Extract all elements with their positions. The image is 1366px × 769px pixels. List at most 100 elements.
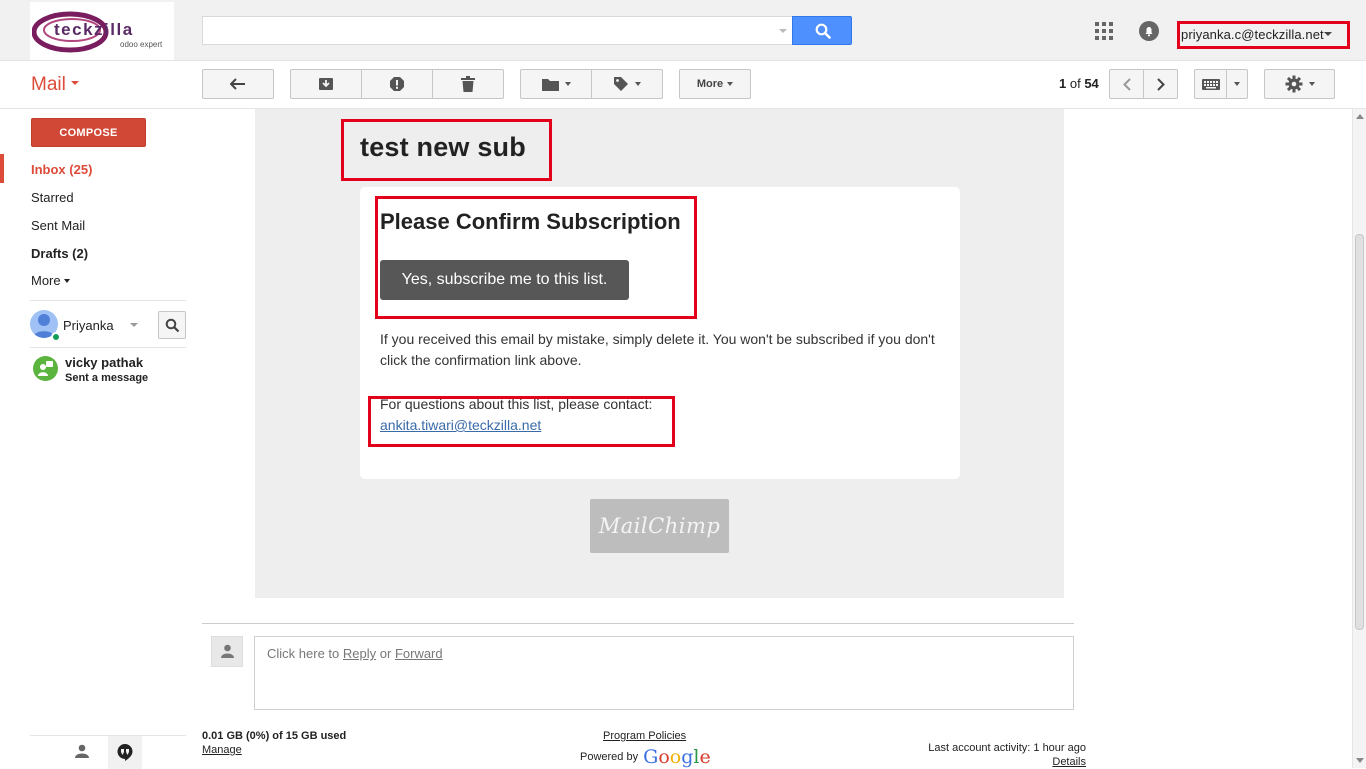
divider xyxy=(202,623,1074,624)
more-actions-label: More xyxy=(696,78,724,90)
pager-of: of xyxy=(1069,76,1081,91)
powered-by: Powered by Google xyxy=(580,746,711,768)
program-policies-link[interactable]: Program Policies xyxy=(603,730,686,742)
chevron-down-icon xyxy=(727,82,734,86)
search-options-caret-icon[interactable] xyxy=(779,29,787,33)
google-logo: Google xyxy=(643,746,711,768)
hangouts-search-button[interactable] xyxy=(158,311,186,339)
sidebar-item-sent[interactable]: Sent Mail xyxy=(31,218,85,233)
contact-avatar[interactable] xyxy=(33,356,58,381)
email-subject: test new sub xyxy=(360,132,526,162)
contact-status: Sent a message xyxy=(65,372,149,384)
reply-avatar xyxy=(211,636,243,667)
contacts-person-icon[interactable] xyxy=(75,744,89,758)
pager-current: 1 xyxy=(1059,76,1067,91)
top-bar: teckzilla odoo expert priyanka.c@teckzil… xyxy=(0,0,1366,61)
label-tag-icon xyxy=(614,77,628,91)
chevron-down-icon xyxy=(1308,82,1315,86)
keyboard-icon xyxy=(1201,78,1220,90)
search-box xyxy=(202,16,793,45)
mistake-notice: If you received this email by mistake, s… xyxy=(380,331,935,368)
scroll-up-arrow-icon[interactable] xyxy=(1356,114,1364,119)
reply-link[interactable]: Reply xyxy=(343,646,376,661)
chevron-down-icon xyxy=(1234,82,1240,86)
reply-box[interactable]: Click here to Reply or Forward xyxy=(254,636,1074,710)
forward-link[interactable]: Forward xyxy=(395,646,443,661)
last-activity: Last account activity: 1 hour ago xyxy=(928,742,1086,754)
online-status-dot xyxy=(51,332,61,342)
scrollbar-thumb[interactable] xyxy=(1355,234,1364,630)
mailchimp-badge[interactable]: MailChimp xyxy=(590,499,729,553)
spam-icon xyxy=(390,77,404,91)
apps-grid-icon[interactable] xyxy=(1095,22,1113,40)
logo-name: teckzilla xyxy=(54,20,134,39)
search-input[interactable] xyxy=(203,17,763,44)
hangouts-icon xyxy=(117,744,133,761)
more-actions-button[interactable]: More xyxy=(679,69,751,99)
gear-icon xyxy=(1285,75,1302,93)
mail-app-switcher[interactable]: Mail xyxy=(31,74,79,96)
search-icon xyxy=(815,23,831,39)
account-switcher[interactable]: priyanka.c@teckzilla.net xyxy=(1177,21,1350,49)
newer-button[interactable] xyxy=(1109,69,1144,99)
hangouts-message-icon xyxy=(38,361,53,376)
search-button[interactable] xyxy=(792,16,852,45)
manage-storage-link[interactable]: Manage xyxy=(202,744,242,756)
account-email: priyanka.c@teckzilla.net xyxy=(1181,27,1324,42)
older-button[interactable] xyxy=(1144,69,1178,99)
mailchimp-logo-text: MailChimp xyxy=(598,514,721,538)
reply-prefix: Click here to xyxy=(267,646,340,661)
divider xyxy=(30,300,186,301)
contact-email-link[interactable]: ankita.tiwari@teckzilla.net xyxy=(380,417,541,433)
sidebar-bottom-tabs xyxy=(30,735,186,769)
toolbar: Mail More 1 of 54 xyxy=(0,61,1366,109)
report-spam-button[interactable] xyxy=(362,69,433,99)
sidebar-item-more[interactable]: More xyxy=(31,273,70,288)
trash-icon xyxy=(461,76,475,92)
activity-details-link[interactable]: Details xyxy=(1052,756,1086,768)
hangouts-user-name[interactable]: Priyanka xyxy=(63,318,114,333)
mail-app-label: Mail xyxy=(31,74,66,95)
back-arrow-icon xyxy=(230,78,245,90)
input-tools-button[interactable] xyxy=(1194,69,1227,99)
move-to-button[interactable] xyxy=(520,69,592,99)
scrollbar[interactable] xyxy=(1352,109,1366,768)
chevron-down-icon xyxy=(1324,32,1332,36)
compose-button[interactable]: COMPOSE xyxy=(31,118,146,147)
reply-prompt: Click here to Reply or Forward xyxy=(267,646,443,661)
folder-icon xyxy=(541,78,559,91)
contact-name[interactable]: vicky pathak xyxy=(65,355,143,370)
pager-total: 54 xyxy=(1084,76,1099,91)
subscribe-button[interactable]: Yes, subscribe me to this list. xyxy=(380,260,629,300)
storage-usage: 0.01 GB (0%) of 15 GB used xyxy=(202,730,347,742)
reply-or: or xyxy=(379,646,392,661)
settings-button[interactable] xyxy=(1264,69,1335,99)
powered-by-label: Powered by xyxy=(580,751,639,763)
scroll-down-arrow-icon[interactable] xyxy=(1356,758,1364,763)
delete-button[interactable] xyxy=(433,69,504,99)
hangouts-tab[interactable] xyxy=(108,736,142,769)
sidebar-item-starred[interactable]: Starred xyxy=(31,190,74,205)
teckzilla-logo[interactable]: teckzilla odoo expert xyxy=(30,2,174,60)
notifications-bell-icon[interactable] xyxy=(1139,21,1159,41)
archive-button[interactable] xyxy=(290,69,362,99)
subject-highlight: test new sub xyxy=(341,119,552,181)
sidebar-item-drafts[interactable]: Drafts (2) xyxy=(31,246,88,261)
chevron-down-icon[interactable] xyxy=(130,323,138,327)
confirm-title: Please Confirm Subscription xyxy=(380,209,681,234)
pager: 1 of 54 xyxy=(1059,76,1099,91)
search-icon xyxy=(165,318,180,333)
divider xyxy=(30,347,186,348)
input-tools-dropdown[interactable] xyxy=(1227,69,1248,99)
active-nav-indicator xyxy=(0,154,4,183)
chevron-down-icon xyxy=(63,279,70,283)
chevron-down-icon xyxy=(564,82,571,86)
logo-graphic: teckzilla odoo expert xyxy=(32,11,163,53)
chevron-right-icon xyxy=(1156,77,1165,91)
chevron-left-icon xyxy=(1122,77,1131,91)
sidebar-item-inbox[interactable]: Inbox (25) xyxy=(31,162,92,177)
logo-tagline: odoo expert xyxy=(120,40,163,49)
back-to-inbox-button[interactable] xyxy=(202,69,274,99)
sidebar-more-label: More xyxy=(31,273,61,288)
labels-button[interactable] xyxy=(592,69,663,99)
